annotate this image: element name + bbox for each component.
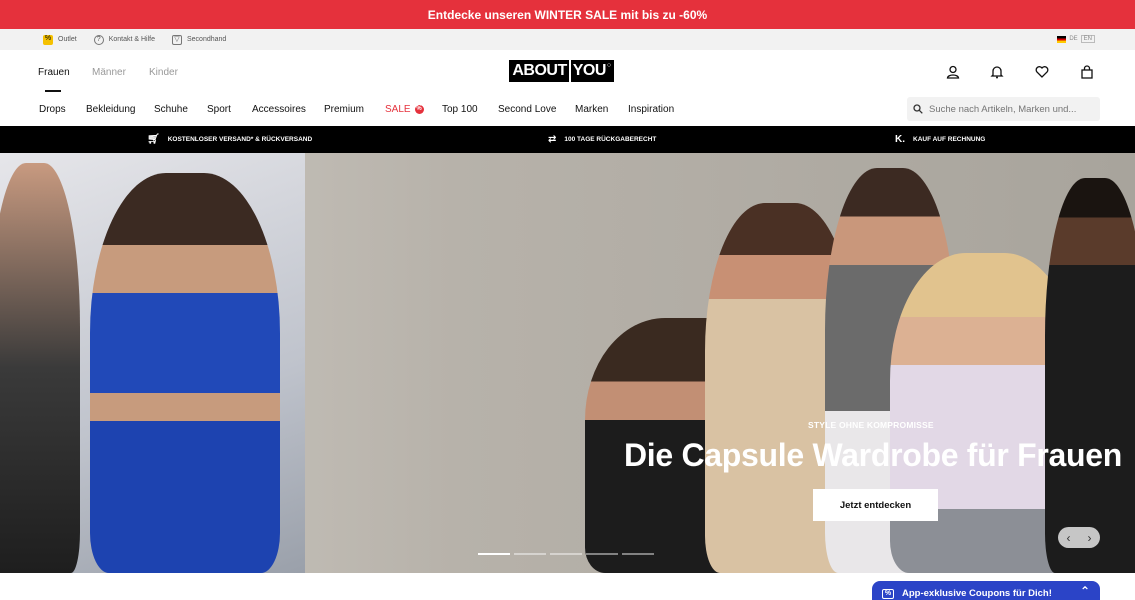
category-marken[interactable]: Marken (575, 104, 608, 115)
category-second-love[interactable]: Second Love (498, 104, 556, 115)
logo-divider (568, 60, 571, 82)
coupon-text: App-exklusive Coupons für Dich! (902, 588, 1052, 599)
carousel-controls: ‹ › (1058, 527, 1100, 548)
hero-model-left (0, 163, 80, 573)
hero-model-5 (1045, 178, 1135, 573)
swap-icon: ⇄ (548, 134, 557, 145)
logo-ring: ○ (606, 62, 611, 69)
chevron-up-icon[interactable]: ⌃ (1080, 584, 1090, 598)
hero-banner[interactable]: STYLE OHNE KOMPROMISSE Die Capsule Wardr… (0, 153, 1135, 573)
benefit-returns: ⇄ 100 TAGE RÜCKGABERECHT (548, 134, 656, 145)
gender-tab-men[interactable]: Männer (92, 67, 126, 78)
hero-cta-button[interactable]: Jetzt entdecken (813, 489, 938, 521)
carousel-dot[interactable] (550, 553, 582, 555)
flag-de-icon (1057, 35, 1067, 43)
hero-model-blue (90, 173, 280, 573)
promo-text: Entdecke unseren WINTER SALE mit bis zu … (427, 7, 708, 22)
category-accessoires[interactable]: Accessoires (252, 104, 306, 115)
category-sport[interactable]: Sport (207, 104, 231, 115)
coupon-icon: % (882, 588, 894, 599)
category-drops[interactable]: Drops (39, 104, 66, 115)
category-premium[interactable]: Premium (324, 104, 364, 115)
carousel-dot[interactable] (514, 553, 546, 555)
gender-tab-women[interactable]: Frauen (38, 67, 70, 78)
help-icon: ? (93, 34, 104, 45)
carousel-dot[interactable] (622, 553, 654, 555)
search-icon (913, 104, 923, 114)
hero-headline: Die Capsule Wardrobe für Frauen (624, 437, 1123, 473)
sale-percent-icon: % (414, 105, 424, 114)
category-top-100[interactable]: Top 100 (442, 104, 478, 115)
chevron-right-icon[interactable]: › (1088, 531, 1092, 545)
category-bekleidung[interactable]: Bekleidung (86, 104, 135, 115)
benefits-bar: 🛒︎ KOSTENLOSER VERSAND* & RÜCKVERSAND ⇄ … (0, 126, 1135, 153)
bell-icon[interactable] (990, 65, 1004, 79)
sale-label: SALE (385, 104, 411, 115)
benefit-invoice: K. KAUF AUF RECHNUNG (895, 134, 985, 145)
promo-banner[interactable]: Entdecke unseren WINTER SALE mit bis zu … (0, 0, 1135, 29)
about-you-logo[interactable]: ABOUT YOU ○ (509, 60, 614, 82)
benefit-label: KAUF AUF RECHNUNG (913, 136, 986, 143)
utility-label: Outlet (58, 36, 77, 43)
utility-label: Secondhand (187, 36, 227, 43)
language-current: DE (1069, 36, 1078, 42)
hero-eyebrow: STYLE OHNE KOMPROMISSE (808, 420, 934, 430)
language-toggle[interactable]: EN (1080, 35, 1095, 43)
utility-link-outlet[interactable]: % Outlet (43, 34, 77, 45)
search-bar[interactable] (907, 97, 1100, 121)
gender-tab-kids[interactable]: Kinder (149, 67, 178, 78)
search-input[interactable] (929, 103, 1089, 115)
carousel-dot[interactable] (586, 553, 618, 555)
bag-icon[interactable] (1080, 65, 1094, 79)
carousel-dot[interactable] (478, 553, 510, 555)
shirt-icon: ▽ (172, 34, 182, 45)
category-inspiration[interactable]: Inspiration (628, 104, 674, 115)
user-icon[interactable] (946, 65, 960, 79)
app-coupon-bar[interactable]: % App-exklusive Coupons für Dich! ⌃ (872, 581, 1100, 600)
chevron-left-icon[interactable]: ‹ (1067, 531, 1071, 545)
hero-image-sport (0, 153, 305, 573)
utility-bar: % Outlet ? Kontakt & Hilfe ▽ Secondhand … (0, 29, 1135, 50)
carousel-indicators (478, 553, 654, 555)
klarna-icon: K. (895, 134, 905, 145)
utility-link-help[interactable]: ? Kontakt & Hilfe (93, 34, 155, 45)
main-header: Frauen Männer Kinder ABOUT YOU ○ (0, 50, 1135, 93)
utility-label: Kontakt & Hilfe (108, 36, 155, 43)
active-gender-indicator (45, 90, 61, 92)
benefit-free-shipping: 🛒︎ KOSTENLOSER VERSAND* & RÜCKVERSAND (147, 134, 312, 145)
category-schuhe[interactable]: Schuhe (154, 104, 188, 115)
logo-text-right: YOU (572, 62, 607, 79)
language-switcher[interactable]: DE EN (1057, 35, 1095, 43)
heart-icon[interactable] (1035, 65, 1049, 79)
cart-icon: 🛒︎ (147, 134, 160, 145)
category-nav: Drops Bekleidung Schuhe Sport Accessoire… (0, 93, 1135, 126)
utility-link-secondhand[interactable]: ▽ Secondhand (172, 34, 227, 45)
percent-icon: % (43, 34, 53, 45)
category-sale[interactable]: SALE % (385, 104, 424, 115)
logo-text-left: ABOUT (512, 62, 567, 79)
benefit-label: 100 TAGE RÜCKGABERECHT (564, 136, 657, 143)
benefit-label: KOSTENLOSER VERSAND* & RÜCKVERSAND (167, 136, 313, 143)
